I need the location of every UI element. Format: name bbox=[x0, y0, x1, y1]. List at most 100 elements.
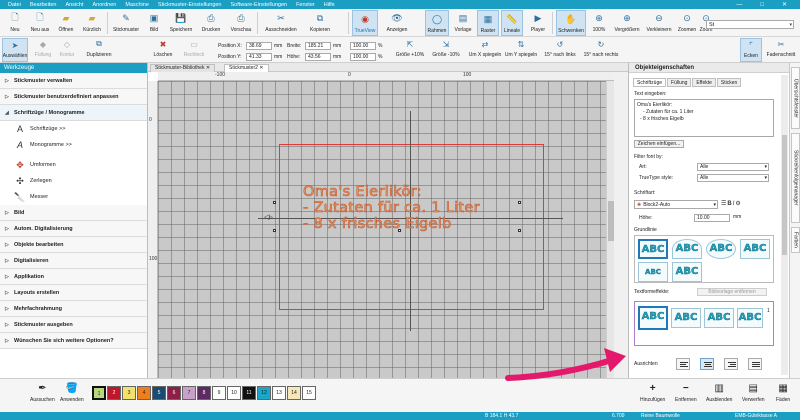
section-autom-digitalisierung[interactable]: ▷ Autom. Digitalisierung bbox=[0, 221, 147, 237]
rotate-left-button[interactable]: ↺ 15° nach links bbox=[542, 38, 578, 62]
fill-button[interactable]: ◆ Füllung bbox=[32, 38, 54, 62]
section-bild[interactable]: ▷ Bild bbox=[0, 205, 147, 221]
tab-uebersichtsfenster[interactable]: Übersichtsfenster bbox=[791, 67, 800, 129]
align-right-button[interactable] bbox=[724, 358, 738, 370]
apply-color-button[interactable]: 🪣 Anwenden bbox=[60, 382, 84, 403]
zoom-fit-button[interactable]: ⊙ Zoomen bbox=[675, 10, 699, 36]
pick-color-button[interactable]: ✒ Aussuchen bbox=[30, 382, 55, 403]
color-swatch[interactable]: 10 bbox=[227, 386, 241, 400]
section-stickmuster-verwalten[interactable]: ▷ Stickmuster verwalten bbox=[0, 73, 147, 89]
baseline-arc-up[interactable]: ABC bbox=[672, 239, 702, 259]
position-x-field[interactable]: 38.69 bbox=[246, 41, 272, 50]
mirror-x-button[interactable]: ⇄ Um X spiegeln bbox=[468, 38, 502, 62]
scrollbar-thumb[interactable] bbox=[608, 201, 614, 241]
font-select[interactable]: ❀ Block2-Auto ▾ bbox=[634, 200, 718, 209]
menu-anordnen[interactable]: Anordnen bbox=[93, 2, 117, 8]
tab-stickmuster2[interactable]: Stickmuster2 ✕ bbox=[224, 64, 269, 72]
tab-stickreihenfolgemanager[interactable]: Stickreihenfolgemanager bbox=[791, 133, 800, 223]
effect-arch[interactable]: ABC bbox=[737, 308, 763, 328]
section-layouts-erstellen[interactable]: ▷ Layouts erstellen bbox=[0, 285, 147, 301]
remove-thread-button[interactable]: − Entfernen bbox=[675, 382, 697, 403]
baseline-wave[interactable]: ABC bbox=[740, 239, 770, 259]
color-swatch[interactable]: 1 bbox=[92, 386, 106, 400]
zoom-out-button[interactable]: ⊖ Verkleinern bbox=[644, 10, 674, 36]
add-thread-button[interactable]: + Hinzufügen bbox=[640, 382, 665, 403]
text-height-field[interactable]: 10.00 bbox=[694, 214, 730, 222]
tab-sticken[interactable]: Sticken bbox=[716, 78, 742, 87]
tool-messer[interactable]: 🔪 Messer bbox=[0, 189, 147, 205]
preview-button[interactable]: ⎙ Vorschau bbox=[227, 10, 255, 36]
baseline-straight[interactable]: ABC bbox=[638, 239, 668, 259]
section-applikation[interactable]: ▷ Applikation bbox=[0, 269, 147, 285]
selection-handle[interactable] bbox=[273, 201, 276, 204]
trim-button[interactable]: ✂ Fadenschnitt bbox=[764, 38, 798, 62]
close-tab-icon[interactable]: ✕ bbox=[259, 65, 263, 71]
scale-y-field[interactable]: 100.00 bbox=[350, 52, 376, 61]
truetype-style-select[interactable]: Alle ▾ bbox=[697, 174, 769, 182]
color-swatch[interactable]: 3 bbox=[122, 386, 136, 400]
canvas-grid[interactable]: ◁▹ Oma's Eierlikör: - Zutaten für ca. 1 … bbox=[158, 81, 606, 378]
color-swatch[interactable]: 7 bbox=[182, 386, 196, 400]
grid-button[interactable]: ▦ Raster bbox=[477, 10, 499, 36]
select-button[interactable]: ➤ Auswählen bbox=[2, 38, 28, 62]
trueview-button[interactable]: ◉ TrueView bbox=[352, 10, 378, 36]
zoom-in-button[interactable]: ⊕ Vergrößern bbox=[612, 10, 642, 36]
zoom-100-button[interactable]: ⊕ 100% bbox=[590, 10, 608, 36]
image-button[interactable]: ▣ Bild bbox=[145, 10, 163, 36]
threads-button[interactable]: ▦ Fäden bbox=[776, 382, 790, 403]
canvas-vertical-scrollbar[interactable] bbox=[606, 81, 614, 378]
maximize-button[interactable]: □ bbox=[760, 2, 764, 8]
tool-schriftzuege[interactable]: A Schriftzüge >> bbox=[0, 121, 147, 137]
text-input-area[interactable]: Oma's Eierlikör: - Zutaten für ca. 1 Lit… bbox=[634, 99, 774, 137]
baseline-vertical[interactable]: ABC bbox=[638, 262, 668, 282]
hide-button[interactable]: ▥ Ausblenden bbox=[706, 382, 732, 403]
font-settings-icon[interactable]: ⚙ bbox=[735, 201, 741, 207]
rotate-right-button[interactable]: ↻ 15° nach rechts bbox=[582, 38, 620, 62]
effect-bulge[interactable]: ABC bbox=[638, 306, 668, 330]
design-button[interactable]: ✎ Stickmuster bbox=[110, 10, 142, 36]
width-field[interactable]: 185.21 bbox=[305, 41, 331, 50]
tab-fuellung[interactable]: Füllung bbox=[667, 78, 692, 87]
embroidery-text-object[interactable]: Oma's Eierlikör: - Zutaten für ca. 1 Lit… bbox=[303, 184, 553, 233]
open-button[interactable]: ▰ Öffnen bbox=[55, 10, 77, 36]
size-plus-button[interactable]: ⇱ Größe +10% bbox=[394, 38, 426, 62]
height-field[interactable]: 43.56 bbox=[305, 52, 331, 61]
effect-squeeze[interactable]: ABC bbox=[704, 308, 734, 328]
color-swatch[interactable]: 8 bbox=[197, 386, 211, 400]
scale-x-field[interactable]: 100.00 bbox=[350, 41, 376, 50]
rectangle-button[interactable]: ▭ Rechteck bbox=[180, 38, 208, 62]
delete-button[interactable]: ✖ Löschen bbox=[150, 38, 176, 62]
position-y-field[interactable]: 41.33 bbox=[246, 52, 272, 61]
show-button[interactable]: 👁 Anzeigen bbox=[381, 10, 413, 36]
close-tab-icon[interactable]: ✕ bbox=[206, 65, 210, 71]
tab-schriftzuege[interactable]: Schriftzüge bbox=[633, 78, 667, 87]
section-schriftzuege[interactable]: ◢ Schriftzüge / Monogramme bbox=[0, 105, 147, 121]
tab-farben[interactable]: Farben bbox=[791, 227, 800, 253]
color-swatch[interactable]: 15 bbox=[302, 386, 316, 400]
copy-button[interactable]: ⧉ Kopieren bbox=[304, 10, 336, 36]
tool-zerlegen[interactable]: ✣ Zerlegen bbox=[0, 173, 147, 189]
duplicate-button[interactable]: ⧉ Duplizieren bbox=[82, 38, 116, 62]
font-style-buttons[interactable]: ☰BI⚙ bbox=[721, 200, 742, 207]
color-swatch[interactable]: 5 bbox=[152, 386, 166, 400]
discard-button[interactable]: ▤ Verwerfen bbox=[742, 382, 765, 403]
tool-umformen[interactable]: ✥ Umformen bbox=[0, 157, 147, 173]
tab-stickmuster-bibliothek[interactable]: Stickmuster-Bibliothek ✕ bbox=[150, 64, 216, 72]
save-button[interactable]: 💾 Speichern bbox=[166, 10, 196, 36]
insert-characters-button[interactable]: Zeichen einfügen... bbox=[634, 140, 684, 148]
section-weitere-optionen[interactable]: ▷ Wünschen Sie sich weitere Optionen? bbox=[0, 333, 147, 349]
remove-template-button[interactable]: Bildvorlage entfernen bbox=[697, 288, 767, 296]
text-anchor-icon[interactable]: ◁▹ bbox=[264, 213, 273, 221]
menu-datei[interactable]: Datei bbox=[8, 2, 21, 8]
print-button[interactable]: ⎙ Drucken bbox=[198, 10, 224, 36]
mirror-y-button[interactable]: ⇅ Um Y spiegeln bbox=[504, 38, 538, 62]
close-button[interactable]: ✕ bbox=[782, 1, 787, 8]
selection-handle[interactable] bbox=[273, 229, 276, 232]
baseline-arc-down[interactable]: ABC bbox=[672, 262, 702, 282]
new-from-button[interactable]: 🗋 Neu aus bbox=[27, 10, 53, 36]
align-justify-button[interactable] bbox=[748, 358, 762, 370]
size-minus-button[interactable]: ⇲ Größe -10% bbox=[430, 38, 462, 62]
effect-wave[interactable]: ABC bbox=[671, 308, 701, 328]
color-swatch[interactable]: 11 bbox=[242, 386, 256, 400]
section-mehrfachrahmung[interactable]: ▷ Mehrfachrahmung bbox=[0, 301, 147, 317]
